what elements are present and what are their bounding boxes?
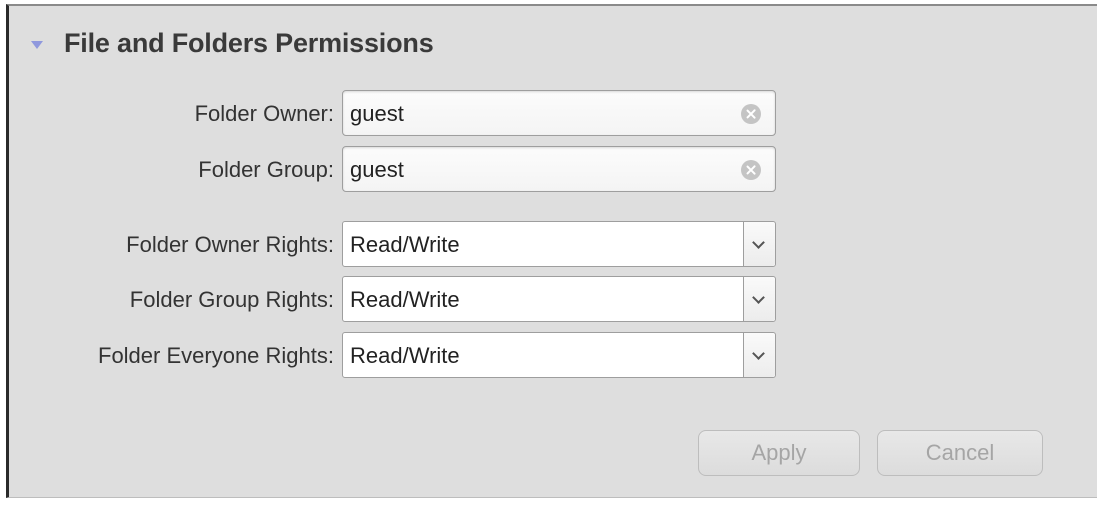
apply-button[interactable]: Apply (698, 430, 860, 476)
folder-owner-rights-value: Read/Write (350, 232, 460, 257)
section-header[interactable]: File and Folders Permissions (31, 28, 434, 59)
folder-everyone-rights-select[interactable]: Read/Write (342, 332, 776, 378)
folder-owner-rights-label: Folder Owner Rights: (126, 232, 334, 257)
chevron-down-icon[interactable] (743, 222, 775, 266)
folder-owner-rights-select[interactable]: Read/Write (342, 221, 776, 267)
folder-group-row: Folder Group: guest (9, 146, 809, 194)
folder-group-rights-value: Read/Write (350, 287, 460, 312)
folder-everyone-rights-label: Folder Everyone Rights: (98, 343, 334, 368)
folder-group-rights-label: Folder Group Rights: (129, 287, 334, 312)
permissions-panel: File and Folders Permissions Folder Owne… (6, 4, 1097, 498)
clear-icon[interactable] (741, 104, 761, 124)
chevron-down-icon[interactable] (743, 333, 775, 377)
folder-everyone-rights-value: Read/Write (350, 343, 460, 368)
chevron-down-icon[interactable] (743, 277, 775, 321)
folder-owner-rights-row: Folder Owner Rights: Read/Write (9, 221, 809, 269)
folder-group-label: Folder Group: (198, 157, 334, 182)
folder-group-rights-row: Folder Group Rights: Read/Write (9, 276, 809, 324)
folder-everyone-rights-row: Folder Everyone Rights: Read/Write (9, 332, 809, 380)
cancel-button[interactable]: Cancel (877, 430, 1043, 476)
clear-icon[interactable] (741, 160, 761, 180)
folder-group-rights-select[interactable]: Read/Write (342, 276, 776, 322)
collapse-triangle-icon[interactable] (31, 41, 43, 49)
folder-owner-label: Folder Owner: (194, 101, 334, 126)
folder-group-input[interactable]: guest (342, 146, 776, 192)
folder-owner-row: Folder Owner: guest (9, 90, 809, 138)
section-title: File and Folders Permissions (64, 28, 434, 58)
folder-owner-value[interactable]: guest (350, 91, 404, 135)
folder-owner-input[interactable]: guest (342, 90, 776, 136)
folder-group-value[interactable]: guest (350, 147, 404, 191)
